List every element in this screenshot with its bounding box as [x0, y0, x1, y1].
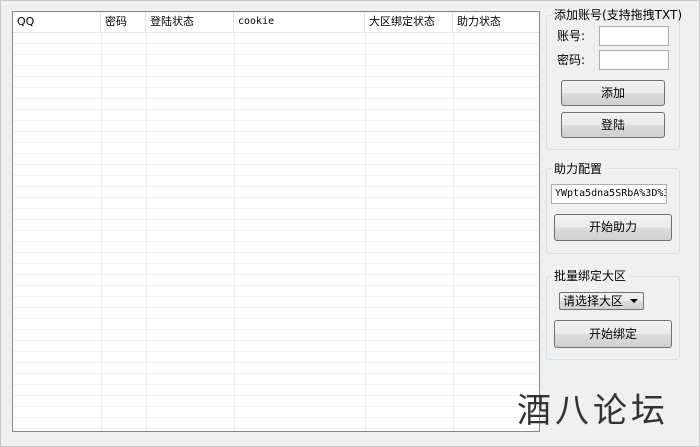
column-divider — [453, 33, 454, 431]
region-select-value: 请选择大区 — [563, 294, 624, 308]
column-header-login-status[interactable]: 登陆状态 — [146, 12, 234, 32]
login-button[interactable]: 登陆 — [561, 112, 665, 138]
boost-config-group — [546, 168, 680, 254]
password-input[interactable] — [599, 50, 669, 70]
column-divider — [146, 33, 147, 431]
table-header: QQ 密码 登陆状态 cookie 大区绑定状态 助力状态 — [13, 12, 539, 33]
column-header-region-bind-status[interactable]: 大区绑定状态 — [365, 12, 453, 32]
column-header-boost-status[interactable]: 助力状态 — [453, 12, 539, 32]
column-header-password[interactable]: 密码 — [101, 12, 146, 32]
account-label: 账号: — [557, 29, 586, 43]
boost-code-input[interactable]: YWpta5dna5SRbA%3D%3D — [551, 184, 667, 204]
column-divider — [365, 33, 366, 431]
watermark: 酒八论坛 — [517, 391, 669, 431]
password-label: 密码: — [557, 53, 586, 67]
app-window: QQ 密码 登陆状态 cookie 大区绑定状态 助力状态 添加账号(支持拖拽T… — [0, 0, 700, 447]
chevron-down-icon — [630, 299, 638, 303]
column-header-cookie[interactable]: cookie — [234, 12, 365, 32]
account-table[interactable]: QQ 密码 登陆状态 cookie 大区绑定状态 助力状态 — [12, 11, 540, 432]
add-account-group-title: 添加账号(支持拖拽TXT) — [551, 8, 686, 22]
bind-region-group-title: 批量绑定大区 — [551, 269, 630, 283]
account-input[interactable] — [599, 26, 669, 46]
start-bind-button[interactable]: 开始绑定 — [554, 320, 672, 348]
table-body — [13, 33, 539, 431]
boost-config-group-title: 助力配置 — [551, 162, 606, 176]
column-header-qq[interactable]: QQ — [13, 12, 101, 32]
start-boost-button[interactable]: 开始助力 — [554, 214, 672, 241]
add-button[interactable]: 添加 — [561, 80, 665, 106]
column-divider — [101, 33, 102, 431]
region-select[interactable]: 请选择大区 — [559, 292, 644, 310]
column-divider — [234, 33, 235, 431]
